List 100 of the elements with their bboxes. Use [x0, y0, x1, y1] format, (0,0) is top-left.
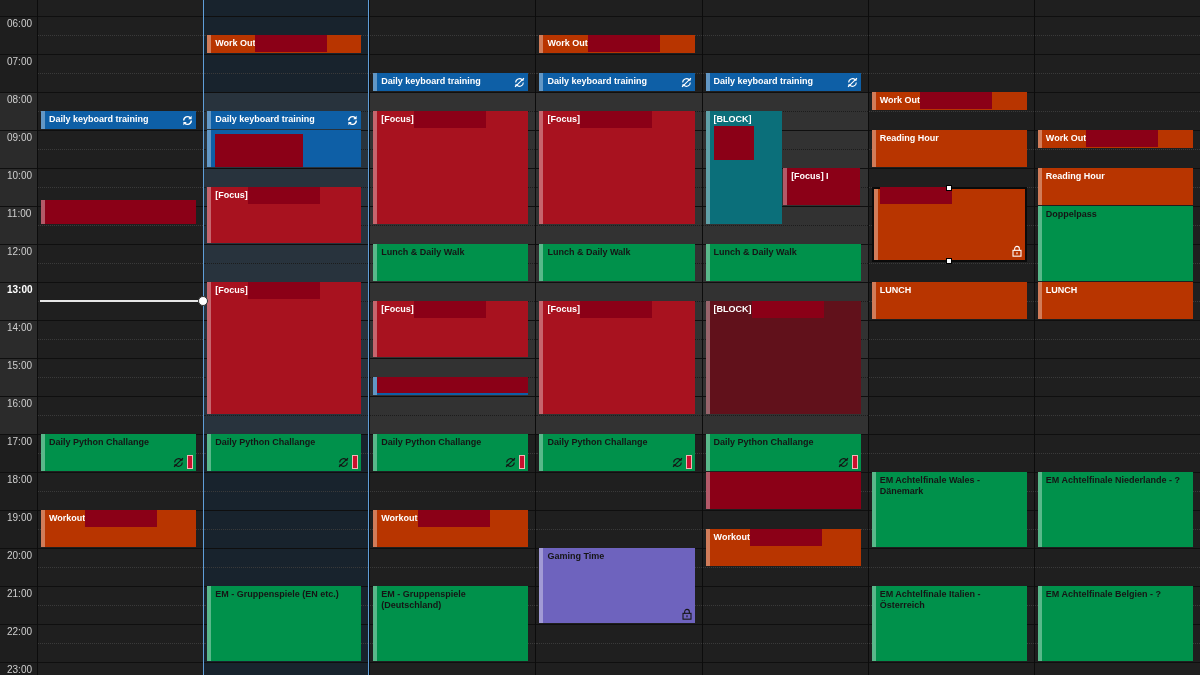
- redaction-bar: [713, 126, 754, 160]
- refresh-icon: [347, 115, 359, 126]
- calendar-event[interactable]: Doppelpass: [1037, 206, 1193, 281]
- calendar-event[interactable]: Daily keyboard training: [41, 111, 197, 129]
- calendar-event[interactable]: EM Achtelfinale Belgien - ?: [1037, 586, 1193, 661]
- event-title: EM Achtelfinale Belgien - ?: [1045, 589, 1162, 600]
- event-title: [Focus]: [381, 304, 414, 315]
- event-title: Doppelpass: [1045, 209, 1097, 220]
- event-title: [Focus]: [215, 190, 248, 201]
- bar-marker-icon: [519, 455, 526, 469]
- event-title: Lunch & Daily Walk: [713, 247, 797, 258]
- event-title: Daily keyboard training: [713, 76, 814, 87]
- event-title: LUNCH: [1045, 285, 1078, 296]
- calendar-event[interactable]: [Focus]: [539, 111, 695, 224]
- event-title: [Focus]: [547, 114, 580, 125]
- crossed-out-arrows-icon: [671, 457, 683, 468]
- crossed-out-arrows-icon: [173, 457, 185, 468]
- time-label: 18:00: [7, 475, 33, 485]
- resize-handle[interactable]: [946, 258, 953, 264]
- event-title: Daily Python Challange: [381, 437, 482, 448]
- calendar-event[interactable]: Daily keyboard training: [373, 73, 529, 91]
- event-title: Workout: [713, 532, 750, 543]
- calendar-event[interactable]: [Focus] I: [783, 168, 860, 205]
- calendar-event[interactable]: Daily Python Challange: [207, 434, 362, 471]
- calendar-event[interactable]: Workout: [705, 529, 861, 566]
- calendar-event[interactable]: Lunch & Daily Walk: [705, 244, 861, 281]
- time-label: 19:00: [7, 513, 33, 523]
- event-title: EM - Gruppenspiele (EN etc.): [215, 589, 339, 600]
- event-title: Daily Python Challange: [49, 437, 150, 448]
- lock-icon: [681, 608, 692, 620]
- calendar-event[interactable]: [Focus]: [207, 282, 362, 414]
- event-title: Daily keyboard training: [49, 114, 149, 125]
- calendar-event[interactable]: [Focus]: [373, 301, 529, 357]
- calendar-event[interactable]: [207, 130, 362, 167]
- event-title: [BLOCK]: [713, 114, 752, 125]
- event-title: Daily keyboard training: [215, 114, 315, 125]
- event-title: Work Out: [215, 38, 256, 49]
- calendar-event[interactable]: LUNCH: [871, 282, 1027, 319]
- time-label: 23:00: [7, 665, 33, 675]
- event-title: [Focus]: [381, 114, 414, 125]
- calendar-event[interactable]: Work Out: [539, 35, 695, 53]
- calendar-event[interactable]: Daily keyboard training: [207, 111, 362, 129]
- crossed-out-arrows-icon: [505, 457, 517, 468]
- calendar-event[interactable]: Reading Hour: [871, 130, 1027, 167]
- calendar-event[interactable]: [Focus]: [539, 301, 695, 414]
- calendar-event[interactable]: Lunch & Daily Walk: [373, 244, 529, 281]
- event-title: EM Achtelfinale Italien - Österreich: [879, 589, 982, 611]
- time-label: 09:00: [7, 133, 33, 143]
- event-title: EM - Gruppenspiele (Deutschland): [381, 589, 467, 611]
- calendar-event[interactable]: Daily keyboard training: [539, 73, 695, 91]
- time-label: 07:00: [7, 57, 33, 67]
- time-label: 08:00: [7, 95, 33, 105]
- event-title: Work Out: [547, 38, 588, 49]
- calendar-event[interactable]: EM - Gruppenspiele (EN etc.): [207, 586, 362, 661]
- event-title: LUNCH: [879, 285, 912, 296]
- calendar-event[interactable]: Lunch & Daily Walk: [539, 244, 695, 281]
- resize-handle[interactable]: [946, 185, 953, 191]
- calendar-event[interactable]: Reading Hour: [1037, 168, 1193, 205]
- calendar-event[interactable]: Workout: [41, 510, 197, 547]
- event-title: EM Achtelfinale Niederlande - ?: [1045, 475, 1181, 486]
- calendar-event[interactable]: Daily Python Challange: [41, 434, 197, 471]
- calendar-event[interactable]: Daily Python Challange: [539, 434, 695, 471]
- calendar-event[interactable]: EM Achtelfinale Wales - Dänemark: [871, 472, 1027, 547]
- calendar-event[interactable]: EM Achtelfinale Niederlande - ?: [1037, 472, 1193, 547]
- event-title: Daily Python Challange: [215, 437, 316, 448]
- bar-marker-icon: [187, 455, 194, 469]
- event-title: Daily keyboard training: [547, 76, 647, 87]
- calendar-event[interactable]: Daily Python Challange: [373, 434, 529, 471]
- event-title: [BLOCK]: [713, 304, 752, 315]
- crossed-out-arrows-icon: [514, 77, 526, 88]
- event-title: Daily Python Challange: [547, 437, 648, 448]
- calendar-event[interactable]: [41, 199, 197, 224]
- calendar-event[interactable]: Gaming Time: [539, 548, 695, 623]
- event-title: Work Out: [1045, 133, 1087, 144]
- time-label: 13:00: [7, 285, 33, 295]
- calendar-event[interactable]: Work Out: [1037, 130, 1193, 148]
- calendar-event[interactable]: Daily Python Challange: [705, 434, 861, 471]
- time-label: 16:00: [7, 399, 33, 409]
- event-title: [Focus]: [547, 304, 580, 315]
- event-title: Daily Python Challange: [713, 437, 814, 448]
- calendar-event[interactable]: Work Out: [207, 35, 362, 53]
- time-label: 06:00: [7, 19, 33, 29]
- calendar-event[interactable]: [BLOCK]: [705, 301, 861, 414]
- crossed-out-arrows-icon: [680, 77, 692, 88]
- calendar-event[interactable]: [871, 187, 1027, 262]
- calendar-event[interactable]: Daily keyboard training: [705, 73, 861, 91]
- crossed-out-arrows-icon: [837, 457, 849, 468]
- event-title: [Focus]: [215, 285, 248, 296]
- time-label: 14:00: [7, 323, 33, 333]
- calendar-event[interactable]: [BLOCK]: [705, 111, 783, 224]
- calendar-event[interactable]: [Focus]: [373, 111, 529, 224]
- event-title: Reading Hour: [1045, 171, 1105, 182]
- calendar-event[interactable]: [Focus]: [207, 187, 362, 243]
- event-title: Gaming Time: [547, 551, 605, 562]
- calendar-event[interactable]: EM Achtelfinale Italien - Österreich: [871, 586, 1027, 661]
- calendar-event[interactable]: EM - Gruppenspiele (Deutschland): [373, 586, 529, 661]
- event-title: Lunch & Daily Walk: [547, 247, 631, 258]
- calendar-event[interactable]: Workout: [373, 510, 529, 547]
- calendar-event[interactable]: LUNCH: [1037, 282, 1193, 319]
- calendar-event[interactable]: Work Out: [871, 92, 1027, 110]
